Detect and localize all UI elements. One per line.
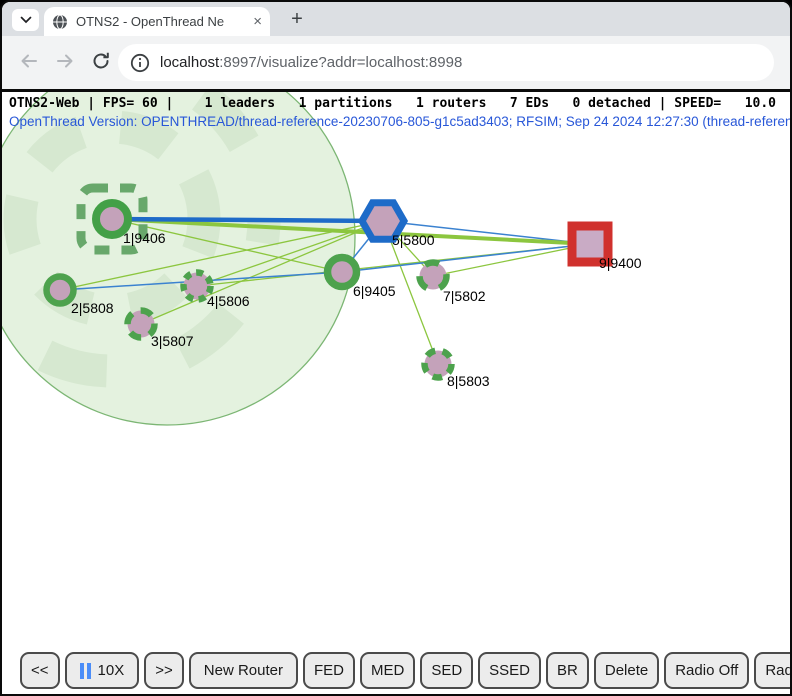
node-label: 3|5807 [151,333,194,349]
node-label: 7|5802 [443,288,486,304]
ssed-button[interactable]: SSED [478,652,541,689]
sed-button[interactable]: SED [420,652,473,689]
node-label: 6|9405 [353,283,396,299]
node-label: 5|5800 [392,232,435,248]
br-button[interactable]: BR [546,652,589,689]
forward-button[interactable] [54,50,76,72]
sim-toolbar: << 10X >> New Router FED MED SED SSED BR… [20,652,792,689]
browser-tab[interactable]: OTNS2 - OpenThread Ne × [44,7,270,36]
globe-favicon-icon [52,14,68,30]
new-router-button[interactable]: New Router [189,652,298,689]
node-label: 1|9406 [123,230,166,246]
med-button[interactable]: MED [360,652,415,689]
tab-title: OTNS2 - OpenThread Ne [76,14,245,29]
reload-button[interactable] [90,50,112,72]
pause-icon [80,663,91,679]
url-host: localhost [160,54,219,71]
node-label: 9|9400 [599,255,642,271]
node-label: 2|5808 [71,300,114,316]
url-text[interactable]: localhost:8997/visualize?addr=localhost:… [160,54,462,71]
tab-close-button[interactable]: × [253,14,262,29]
status-line-2: OpenThread Version: OPENTHREAD/thread-re… [9,114,790,129]
node-label: 8|5803 [447,373,490,389]
status-line-1: OTNS2-Web | FPS= 60 | 1 leaders 1 partit… [9,96,776,111]
tab-search-button[interactable] [12,9,39,31]
new-tab-button[interactable]: + [285,8,309,32]
node-2-fed[interactable] [47,277,74,304]
url-path: :8997/visualize?addr=localhost:8998 [219,54,462,71]
chrome-page-divider [2,89,790,92]
speed-button[interactable]: 10X [65,652,140,689]
tab-strip: OTNS2 - OpenThread Ne × + [2,2,790,36]
url-bar[interactable]: localhost:8997/visualize?addr=localhost:… [118,44,774,81]
back-button[interactable] [18,50,40,72]
radio-on-button[interactable]: Radio On [754,652,792,689]
delete-button[interactable]: Delete [594,652,659,689]
page-info-icon[interactable] [130,53,150,73]
speed-up-button[interactable]: >> [144,652,184,689]
node-label: 4|5806 [207,293,250,309]
chevron-down-icon [20,16,32,24]
node-7-sed[interactable] [420,263,447,290]
speed-label: 10X [98,662,125,679]
speed-down-button[interactable]: << [20,652,60,689]
radio-off-button[interactable]: Radio Off [664,652,749,689]
browser-nav-toolbar: localhost:8997/visualize?addr=localhost:… [2,36,790,89]
fed-button[interactable]: FED [303,652,355,689]
browser-window: 1|9406 2|5808 3|5807 4|5806 5|5800 6|940… [0,0,792,696]
